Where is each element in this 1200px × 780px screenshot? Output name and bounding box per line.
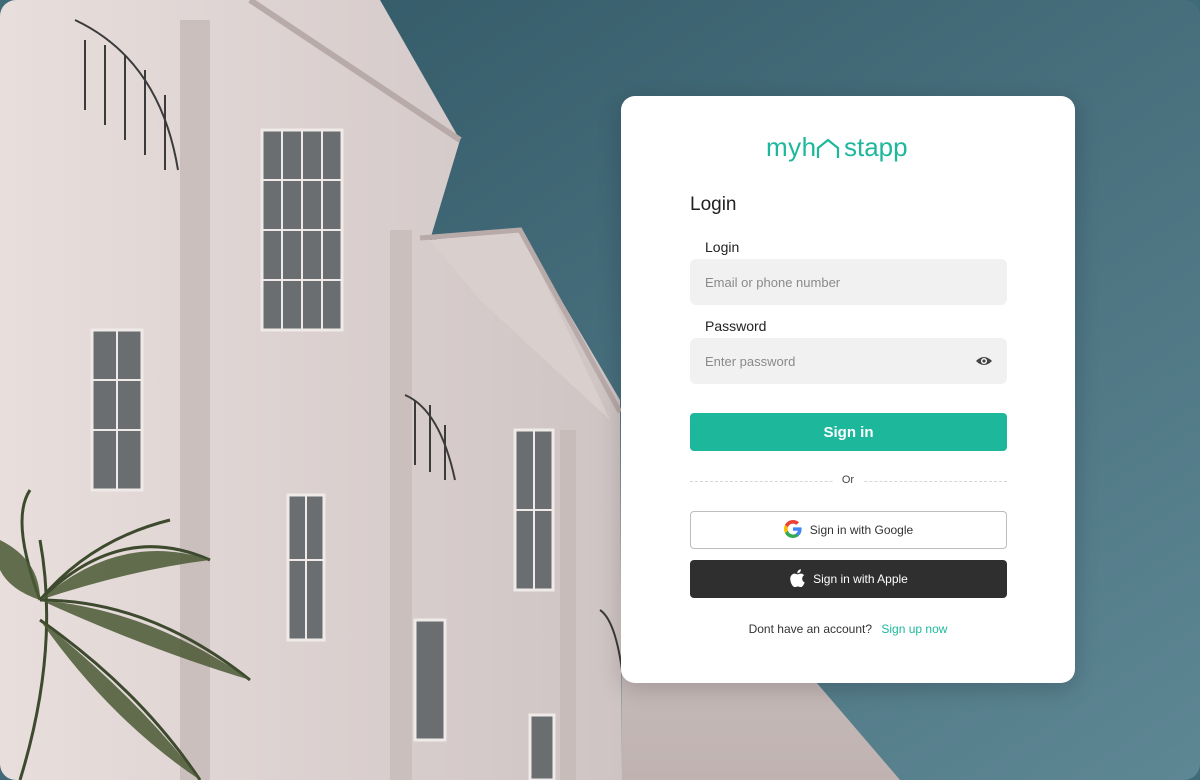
google-signin-button[interactable]: Sign in with Google — [690, 511, 1007, 549]
logo-text-left: myh — [766, 132, 817, 162]
apple-signin-button[interactable]: Sign in with Apple — [690, 560, 1007, 598]
password-field[interactable] — [690, 338, 1007, 384]
google-button-label: Sign in with Google — [809, 523, 914, 537]
login-label: Login — [705, 239, 740, 255]
signin-button[interactable]: Sign in — [690, 413, 1007, 451]
password-label: Password — [705, 318, 767, 334]
signup-link[interactable]: Sign up now — [881, 622, 947, 636]
apple-icon — [789, 568, 805, 590]
form-title: Login — [690, 194, 737, 215]
brand-logo: myh stapp — [766, 132, 934, 164]
google-icon — [783, 519, 802, 541]
eye-icon[interactable] — [975, 353, 993, 369]
signup-row: Dont have an account? Sign up now — [621, 622, 1075, 636]
signup-question: Dont have an account? — [748, 622, 873, 636]
logo-text-right: stapp — [844, 132, 908, 162]
logo-icon: myh stapp — [766, 132, 908, 162]
divider-or-text: Or — [833, 474, 863, 486]
login-card: myh stapp Login Login Password Sign in O… — [621, 96, 1075, 683]
apple-button-label: Sign in with Apple — [813, 572, 908, 586]
email-field[interactable] — [690, 259, 1007, 305]
